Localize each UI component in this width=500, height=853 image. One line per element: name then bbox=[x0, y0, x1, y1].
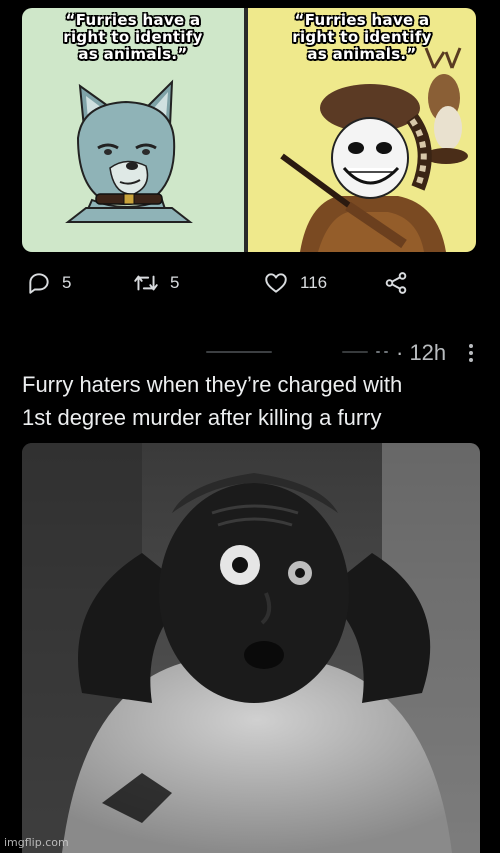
tweet-action-bar: 5 5 116 bbox=[22, 266, 462, 302]
like-icon bbox=[265, 273, 287, 293]
tweet-photo[interactable] bbox=[22, 443, 480, 853]
retweet-count: 5 bbox=[170, 273, 180, 292]
redacted-handle bbox=[342, 351, 368, 353]
right-caption: “Furries have a right to identify as ani… bbox=[248, 12, 476, 63]
more-icon[interactable] bbox=[466, 342, 476, 364]
tweet-text-line: 1st degree murder after killing a furry bbox=[22, 405, 382, 430]
meme-image[interactable]: “Furries have a right to identify as ani… bbox=[22, 8, 476, 252]
imgflip-watermark: imgflip.com bbox=[4, 836, 69, 849]
retweet-button[interactable]: 5 bbox=[132, 270, 179, 296]
right-caption-line: as animals.” bbox=[307, 45, 417, 63]
tweet-text-line: Furry haters when they’re charged with bbox=[22, 372, 403, 397]
left-caption-line: right to identify bbox=[63, 28, 203, 46]
left-caption: “Furries have a right to identify as ani… bbox=[22, 12, 244, 63]
right-caption-line: right to identify bbox=[292, 28, 432, 46]
redacted-handle-dot bbox=[376, 351, 380, 353]
tweet-text: Furry haters when they’re charged with 1… bbox=[22, 368, 482, 434]
shocked-man-photo bbox=[22, 443, 480, 853]
reply-button[interactable]: 5 bbox=[26, 270, 71, 296]
left-caption-line: as animals.” bbox=[78, 45, 188, 63]
meme-left-panel: “Furries have a right to identify as ani… bbox=[22, 8, 244, 252]
retweet-icon bbox=[134, 275, 158, 291]
right-caption-line: “Furries have a bbox=[294, 11, 430, 29]
reply-icon bbox=[29, 273, 49, 294]
reply-count: 5 bbox=[62, 273, 72, 292]
like-count: 116 bbox=[300, 273, 328, 292]
redacted-username bbox=[206, 351, 272, 353]
tweet-header: · 12h bbox=[20, 340, 480, 366]
left-caption-line: “Furries have a bbox=[65, 11, 201, 29]
meme-right-panel: “Furries have a right to identify as ani… bbox=[248, 8, 476, 252]
like-button[interactable]: 116 bbox=[262, 270, 327, 296]
share-icon bbox=[385, 272, 407, 294]
redacted-handle-dot bbox=[384, 351, 388, 353]
tweet-timestamp[interactable]: · 12h bbox=[396, 340, 446, 366]
share-button[interactable] bbox=[382, 270, 410, 296]
